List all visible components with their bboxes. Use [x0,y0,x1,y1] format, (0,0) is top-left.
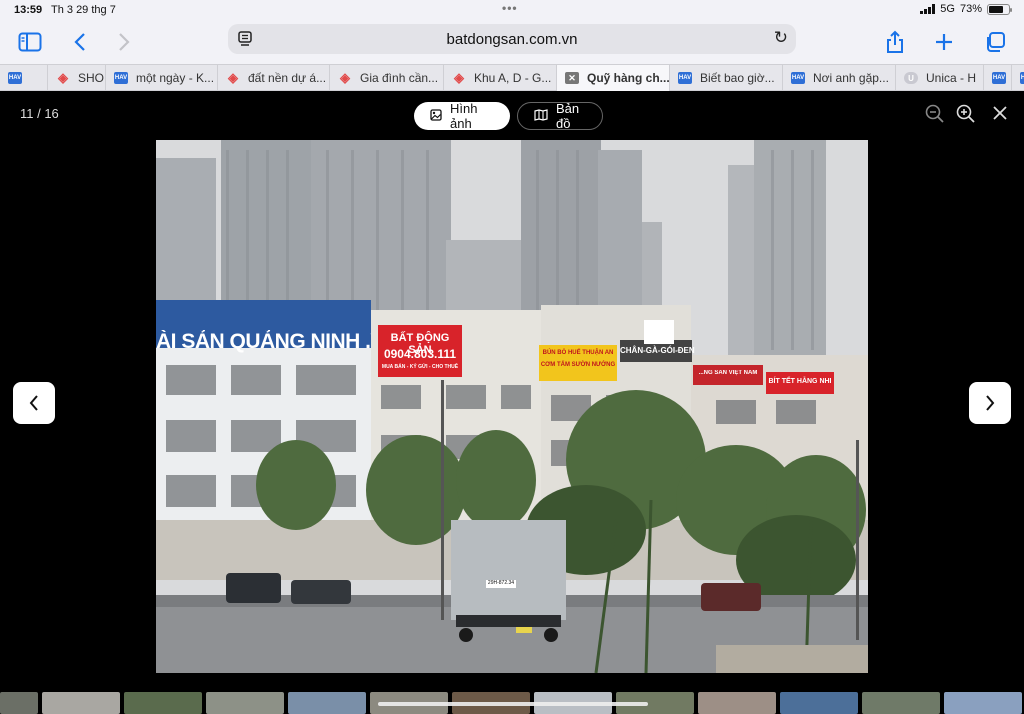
share-icon[interactable] [881,28,909,56]
image-counter: 11 / 16 [20,106,59,121]
sidebar-icon[interactable] [16,28,44,56]
browser-tab[interactable]: U Unica - H [896,65,984,91]
browser-toolbar: batdongsan.com.vn ↻ [0,20,1024,64]
sign-red3: ...NG SẢN VIỆT NAM [698,370,758,376]
thumbnail[interactable] [862,692,940,714]
hav-favicon-icon: HAV [791,72,805,84]
tab-strip: HAV ◈ SHO HAV một ngày - K... ◈ đất nền dự á..… [0,64,1024,91]
thumbnail[interactable] [0,692,38,714]
thumbnail[interactable] [42,692,120,714]
browser-tab[interactable]: ◈ Khu A, D - G... [444,65,557,91]
batdongsan-favicon-icon: ◈ [340,70,350,85]
browser-tab[interactable]: HAV một ngày - K... [106,65,218,91]
reload-icon[interactable]: ↻ [774,28,788,48]
status-bar: 13:59 Th 3 29 thg 7 ••• 5G 73% [0,0,1024,20]
truck-plate: 29H-872.34 [487,580,515,586]
multitask-dots-icon[interactable]: ••• [502,1,518,15]
batdongsan-favicon-icon: ◈ [228,70,238,85]
browser-tab-label: Khu A, D - G... [474,71,552,85]
browser-tab[interactable]: ◈ đất nền dự á... [218,65,330,91]
image-viewer: 11 / 16 Hình ảnh Bản đồ ÀI SẢN QUẢNG NIN… [0,92,1024,714]
status-date: Th 3 29 thg 7 [51,4,116,16]
hav-favicon-icon: HAV [114,72,128,84]
browser-tab-label: SHO [78,71,105,85]
status-time: 13:59 [14,4,43,16]
browser-tab[interactable]: ◈ SHO [48,65,106,91]
browser-tab-label: Nơi anh gặp... [813,71,889,85]
zoom-in-icon[interactable] [954,104,978,128]
new-tab-icon[interactable] [930,28,958,56]
tab-map[interactable]: Bản đồ [517,101,603,131]
tab-map-label: Bản đồ [556,101,580,131]
sign-red-sub: MUA BÁN - KÝ GỬI - CHO THUÊ [381,364,459,370]
browser-tab-label: Gia đình cần... [360,71,439,85]
browser-tab[interactable]: ✕ Quỹ hàng ch... [557,65,670,91]
browser-tab[interactable]: HAV [1012,65,1024,91]
close-icon[interactable] [988,104,1012,128]
thumbnail[interactable] [780,692,858,714]
browser-tab-label: Quỹ hàng ch... [587,71,670,85]
browser-tab-label: Unica - H [926,71,977,85]
battery-icon [987,3,1012,15]
sign-dark: CHÂN-GÀ-GÓI-ĐEN [620,346,695,355]
thumbnail-scroll-indicator[interactable] [378,702,648,706]
browser-tab-label: Biết bao giờ... [700,71,775,85]
tab-images-label: Hình ảnh [450,101,478,131]
status-right: 5G 73% [920,3,1012,15]
map-icon [534,108,548,124]
zoom-out-icon[interactable] [923,104,947,128]
thumbnail[interactable] [698,692,776,714]
tab-overview-icon[interactable] [981,28,1009,56]
close-tab-icon[interactable]: ✕ [565,72,579,84]
sign-red2: BÍT TẾT HẰNG NHI [768,378,832,385]
battery-percent: 73% [959,3,982,15]
browser-tab[interactable]: ◈ Gia đình cần... [330,65,444,91]
back-icon[interactable] [66,28,94,56]
thumbnail[interactable] [288,692,366,714]
next-image-button[interactable] [969,382,1011,424]
sign-building: ÀI SẢN QUẢNG NINH .VN [156,330,371,353]
thumbnail[interactable] [124,692,202,714]
batdongsan-favicon-icon: ◈ [58,70,68,85]
image-icon [430,108,442,124]
browser-tab[interactable]: HAV [984,65,1012,91]
signal-icon [920,4,936,14]
sign-yellow-1: BÚN BÒ HUẾ THUẬN AN [542,350,614,356]
network-label: 5G [940,3,955,15]
tab-images[interactable]: Hình ảnh [414,101,510,131]
thumbnail[interactable] [206,692,284,714]
hav-favicon-icon: HAV [992,72,1006,84]
browser-tab[interactable]: HAV Nơi anh gặp... [783,65,896,91]
url-text: batdongsan.com.vn [446,31,578,48]
sign-red-phone: 0904.803.111 [383,347,457,361]
address-bar[interactable]: batdongsan.com.vn ↻ [228,24,796,54]
browser-tab-label: đất nền dự á... [248,71,327,85]
thumbnail[interactable] [944,692,1022,714]
browser-tab[interactable]: HAV [0,65,48,91]
hav-favicon-icon: HAV [678,72,692,84]
sign-yellow-2: CƠM TẤM SƯỜN NƯỚNG [540,362,616,368]
browser-tab[interactable]: HAV Biết bao giờ... [670,65,783,91]
forward-icon[interactable] [110,28,138,56]
batdongsan-favicon-icon: ◈ [454,70,464,85]
listing-photo: ÀI SẢN QUẢNG NINH .VN BẤT ĐỘNG SẢN 0904.… [156,140,868,673]
hav-favicon-icon: HAV [8,72,22,84]
previous-image-button[interactable] [13,382,55,424]
unica-favicon-icon: U [904,72,918,84]
browser-tab-label: một ngày - K... [136,71,215,85]
hav-favicon-icon: HAV [1020,72,1024,84]
